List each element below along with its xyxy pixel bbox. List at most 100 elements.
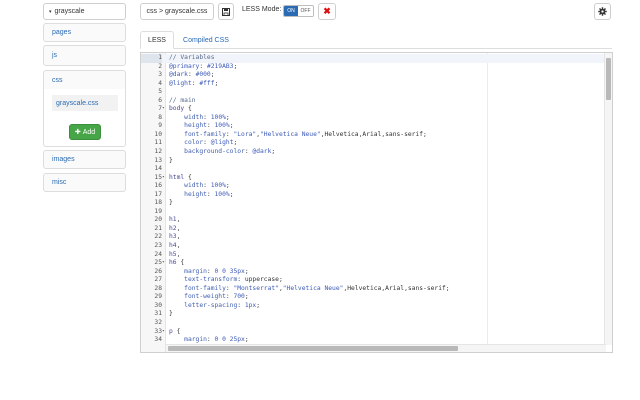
line-number: 25 [154, 259, 162, 267]
code-token: margin [184, 267, 207, 275]
fold-arrow-icon[interactable]: ▾ [162, 105, 166, 114]
code-line[interactable]: 30 letter-spacing: 1px; [141, 302, 612, 311]
code-token: : [203, 113, 211, 121]
close-file-button[interactable]: ✖ [318, 3, 336, 20]
code-line[interactable]: 16 width: 100%; [141, 182, 612, 191]
add-file-button[interactable]: ✚ Add [69, 124, 101, 140]
code-line[interactable]: 6 // main [141, 97, 612, 106]
code-line[interactable]: 33 ▾ p { [141, 328, 612, 337]
code-text: h6 { [169, 259, 184, 268]
code-line[interactable]: 29 font-weight: 700; [141, 293, 612, 302]
fold-arrow-icon[interactable]: ▾ [162, 328, 166, 337]
code-line[interactable]: 26 margin: 0 0 35px; [141, 268, 612, 277]
code-line[interactable]: 3 @dark: #000; [141, 71, 612, 80]
horizontal-scrollbar[interactable] [166, 344, 606, 352]
code-line[interactable]: 24 h5, [141, 251, 612, 260]
folder-css-contents: grayscale.css ✚ Add [43, 89, 126, 147]
line-number: 10 [154, 130, 162, 138]
code-text: h5, [169, 251, 180, 260]
code-token: ; [229, 122, 234, 130]
code-token: "Lora" [233, 130, 257, 138]
code-text: letter-spacing: 1px; [169, 302, 260, 311]
line-number: 20 [154, 216, 162, 224]
code-text: font-weight: 700; [169, 293, 248, 302]
code-token: h3 [169, 233, 177, 241]
horizontal-scroll-thumb[interactable] [168, 346, 458, 351]
tab-less[interactable]: LESS [140, 31, 174, 49]
code-token: @dark [252, 148, 272, 156]
code-token: : [206, 267, 215, 275]
code-line[interactable]: 25 ▾ h6 { [141, 259, 612, 268]
caret-down-icon: ▾ [49, 8, 52, 15]
code-line[interactable]: 4 @light: #fff; [141, 80, 612, 89]
code-line[interactable]: 7 ▾ body { [141, 105, 612, 114]
folder-misc[interactable]: misc [43, 173, 126, 192]
fold-arrow-icon[interactable]: ▾ [162, 174, 166, 183]
code-line[interactable]: 18} [141, 199, 612, 208]
code-line[interactable]: 28 font-family: "Montserrat","Helvetica … [141, 285, 612, 294]
code-line[interactable]: 11 color: @light; [141, 139, 612, 148]
tab-compiled-css[interactable]: Compiled CSS [180, 31, 232, 49]
gear-icon [598, 7, 607, 16]
code-line[interactable]: 23 h4, [141, 242, 612, 251]
code-line[interactable]: 32 [141, 319, 612, 328]
code-line[interactable]: 13} [141, 157, 612, 166]
code-line[interactable]: 19 [141, 208, 612, 217]
folder-images-label: images [52, 156, 75, 163]
code-line[interactable]: 14 [141, 165, 612, 174]
line-number: 13 [154, 156, 162, 164]
folder-pages[interactable]: pages [43, 23, 126, 42]
code-token: width [184, 113, 204, 121]
vertical-scroll-thumb[interactable] [606, 58, 611, 100]
code-line[interactable]: 5 [141, 88, 612, 97]
code-editor[interactable]: 1// Variables 2 @primary: #219AB3; 3 @dark: … [140, 52, 613, 353]
toggle-off-option[interactable]: OFF [298, 6, 313, 16]
code-token: color [184, 139, 204, 147]
toggle-on-option[interactable]: ON [284, 6, 298, 16]
code-text: @light: #fff; [169, 80, 218, 89]
code-line[interactable]: 2 @primary: #219AB3; [141, 63, 612, 72]
code-token: @primary [169, 62, 200, 70]
folder-js[interactable]: js [43, 45, 126, 66]
code-line[interactable]: 27 text-transform: uppercase; [141, 276, 612, 285]
folder-css-label: css [52, 76, 63, 84]
line-number: 31 [154, 310, 162, 318]
settings-button[interactable] [594, 3, 611, 20]
code-line[interactable]: 10 font-family: "Lora","Helvetica Neue",… [141, 131, 612, 140]
code-token: ,Helvetica,Arial,sans-serif; [320, 130, 427, 138]
code-token: : [206, 336, 215, 344]
code-line[interactable]: 22 h3, [141, 233, 612, 242]
code-token: 100% [214, 190, 230, 198]
fold-arrow-icon[interactable]: ▾ [162, 259, 166, 268]
folder-css[interactable]: css [43, 70, 126, 90]
code-line[interactable]: 1 // Variables [141, 54, 612, 63]
code-token: height [184, 122, 207, 130]
code-token: ; [225, 182, 230, 190]
code-line[interactable]: 8 width: 100%; [141, 114, 612, 123]
code-text: p { [169, 328, 180, 337]
code-line[interactable]: 17 height: 100%; [141, 191, 612, 200]
folder-images[interactable]: images [43, 150, 126, 169]
code-token: 100% [214, 122, 230, 130]
tab-divider [140, 48, 612, 49]
code-line[interactable]: 15 ▾ html { [141, 174, 612, 183]
code-line[interactable]: 20 h1, [141, 216, 612, 225]
code-token: "Helvetica Neue" [260, 130, 321, 138]
save-button[interactable] [218, 3, 234, 20]
vertical-scrollbar[interactable] [604, 53, 612, 345]
code-line[interactable]: 12 background-color: @dark; [141, 148, 612, 157]
code-line[interactable]: 31} [141, 310, 612, 319]
folder-js-label: js [52, 52, 58, 59]
file-breadcrumb[interactable]: css > grayscale.css [140, 3, 214, 20]
code-text: // Variables [169, 54, 215, 63]
theme-select-dropdown[interactable]: ▾ grayscale [43, 3, 126, 20]
code-line[interactable]: 9 height: 100%; [141, 122, 612, 131]
line-number: 8 [158, 113, 162, 121]
file-grayscale-css[interactable]: grayscale.css [52, 95, 118, 111]
code-line[interactable]: 21 h2, [141, 225, 612, 234]
less-mode-toggle[interactable]: ON OFF [283, 5, 314, 17]
code-lines: 1// Variables 2 @primary: #219AB3; 3 @dark: … [141, 54, 612, 345]
